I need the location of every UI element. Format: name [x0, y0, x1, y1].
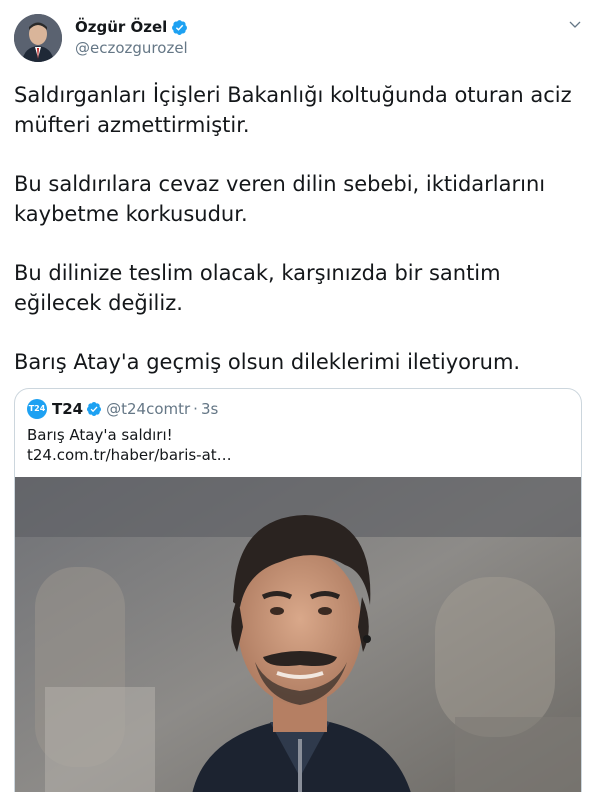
quoted-tweet-card[interactable]: T24 T24 @t24comtr · 3s Barış Atay'a sald… [14, 388, 582, 792]
author-name-row[interactable]: Özgür Özel [75, 18, 188, 36]
tweet-text: Saldırganları İçişleri Bakanlığı koltuğu… [14, 80, 590, 406]
quoted-tweet-time[interactable]: 3s [201, 399, 218, 419]
author-name[interactable]: Özgür Özel [75, 18, 167, 36]
tweet-paragraph: Bu dilinize teslim olacak, karşınızda bi… [14, 261, 501, 315]
tweet-paragraph: Saldırganları İçişleri Bakanlığı koltuğu… [14, 83, 572, 137]
quoted-tweet-header: T24 T24 @t24comtr · 3s [27, 399, 218, 419]
separator-dot: · [193, 400, 198, 418]
chevron-down-icon[interactable] [566, 16, 584, 34]
tweet-paragraph: Barış Atay'a geçmiş olsun dileklerimi il… [14, 350, 521, 374]
quoted-tweet-text: Barış Atay'a saldırı! [27, 426, 173, 444]
quoted-tweet-link[interactable]: t24.com.tr/haber/baris-at… [27, 445, 567, 465]
tweet: Özgür Özel @eczozgurozel Saldırganları İ… [0, 0, 606, 792]
verified-badge-icon [171, 19, 188, 36]
verified-badge-icon [86, 401, 102, 417]
quoted-tweet-body: Barış Atay'a saldırı! t24.com.tr/haber/b… [27, 425, 567, 465]
quoted-tweet-avatar[interactable]: T24 [27, 399, 47, 419]
quoted-tweet-handle[interactable]: @t24comtr [106, 399, 190, 419]
author-handle[interactable]: @eczozgurozel [75, 39, 188, 57]
tweet-paragraph: Bu saldırılara cevaz veren dilin sebebi,… [14, 172, 546, 226]
quoted-tweet-name[interactable]: T24 [52, 399, 83, 419]
avatar[interactable] [14, 14, 62, 62]
quoted-tweet-photo[interactable] [15, 477, 581, 792]
